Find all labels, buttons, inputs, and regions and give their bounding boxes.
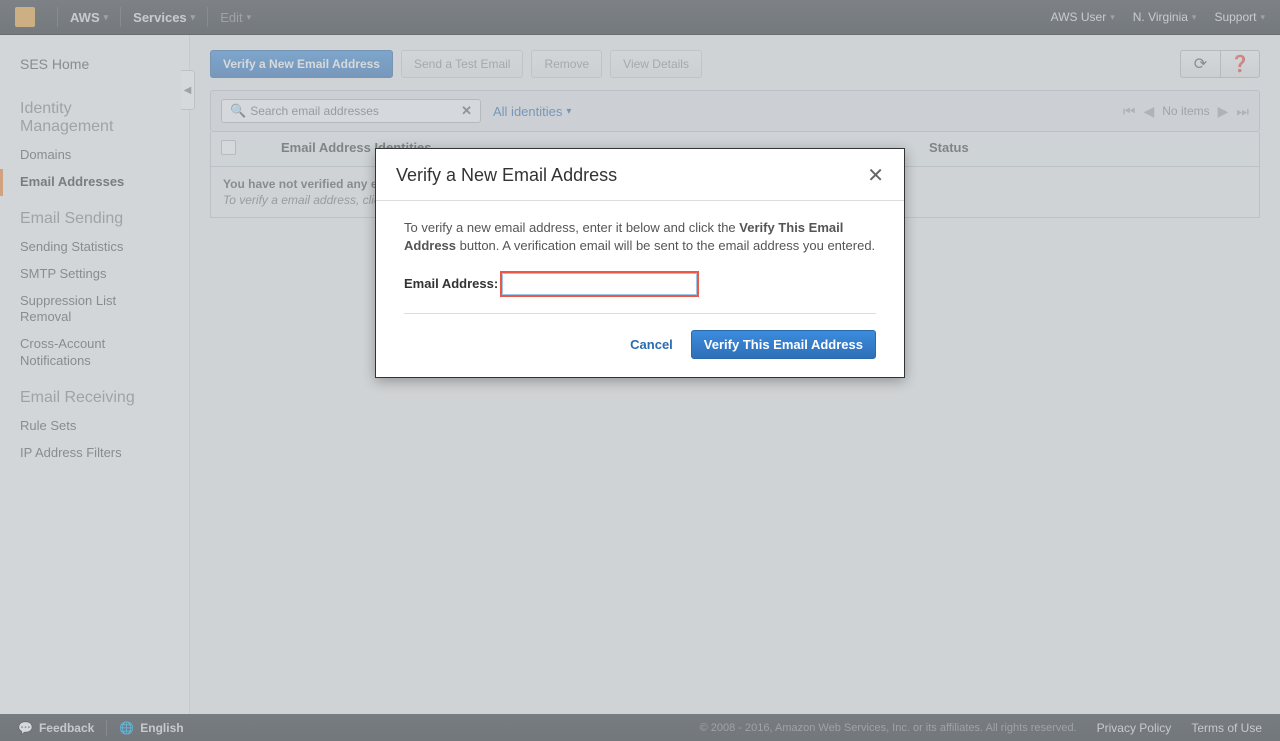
- email-field-label: Email Address:: [404, 275, 498, 293]
- modal-body: To verify a new email address, enter it …: [376, 201, 904, 324]
- verify-this-email-button[interactable]: Verify This Email Address: [691, 330, 876, 359]
- modal-header: Verify a New Email Address ✕: [376, 149, 904, 201]
- email-address-input[interactable]: [502, 273, 697, 295]
- modal-footer: Cancel Verify This Email Address: [376, 324, 904, 377]
- verify-email-modal: Verify a New Email Address ✕ To verify a…: [375, 148, 905, 378]
- modal-description: To verify a new email address, enter it …: [404, 219, 876, 255]
- modal-title: Verify a New Email Address: [396, 165, 617, 186]
- cancel-button[interactable]: Cancel: [630, 337, 673, 352]
- close-icon[interactable]: ✕: [867, 163, 884, 188]
